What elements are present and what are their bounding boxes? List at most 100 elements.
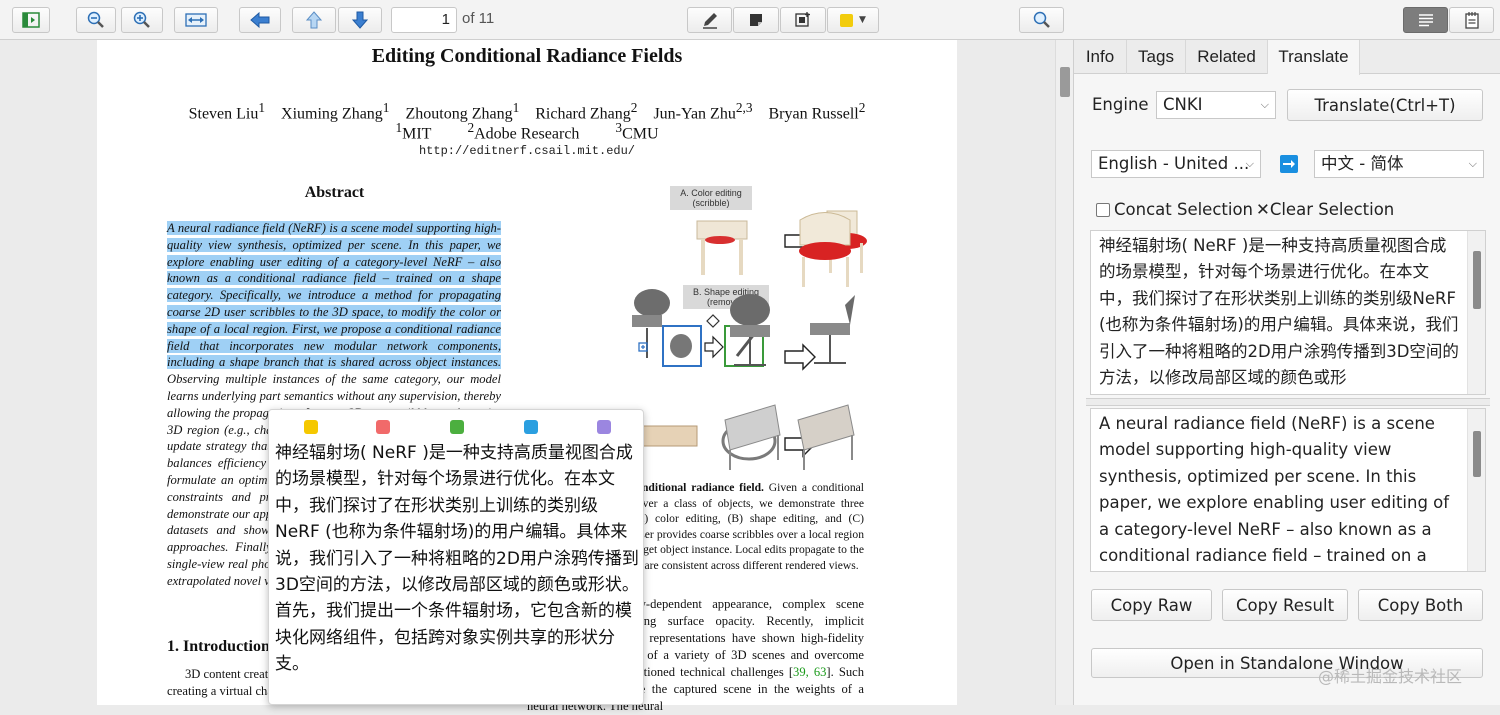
annotations-view-button[interactable]: [1403, 7, 1448, 33]
highlight-color-swatch: [840, 13, 854, 27]
affil-name: CMU: [622, 125, 659, 143]
translate-button[interactable]: Translate(Ctrl+T): [1287, 89, 1483, 121]
fit-width-icon: [185, 13, 207, 27]
notepad-icon: [1464, 12, 1479, 29]
chair-a-result-2-shape: [799, 212, 851, 287]
concat-selection-checkbox[interactable]: [1096, 203, 1110, 217]
swap-languages-button[interactable]: [1280, 155, 1298, 173]
affil-name: Adobe Research: [474, 125, 580, 143]
tab-translate[interactable]: Translate: [1268, 40, 1360, 75]
arrow-down-icon: [352, 11, 368, 29]
figure-result-chairs: [724, 212, 855, 470]
abstract-heading: Abstract: [304, 184, 365, 201]
translation-result-box[interactable]: 神经辐射场( NeRF )是一种支持高质量视图合成的场景模型，针对每个场景进行优…: [1090, 230, 1486, 395]
chevron-down-icon: ⌵: [1260, 98, 1269, 111]
result-scrollbar-thumb[interactable]: [1473, 251, 1481, 309]
search-icon: [1033, 11, 1050, 28]
popup-translation-text[interactable]: 神经辐射场( NeRF )是一种支持高质量视图合成的场景模型，针对每个场景进行优…: [275, 440, 641, 678]
area-select-button[interactable]: [780, 7, 826, 33]
raw-scrollbar[interactable]: [1467, 409, 1485, 571]
target-language-select[interactable]: 中文 - 简体 ⌵: [1314, 150, 1484, 178]
translation-result-text[interactable]: 神经辐射场( NeRF )是一种支持高质量视图合成的场景模型，针对每个场景进行优…: [1099, 233, 1461, 391]
concat-selection-label[interactable]: Concat Selection: [1114, 200, 1253, 219]
author-sup: 1: [512, 100, 520, 115]
previous-page-button[interactable]: [292, 7, 336, 33]
paper-affiliations: 1MIT 2Adobe Research 3CMU: [97, 120, 957, 143]
color-red-button[interactable]: [376, 420, 390, 434]
raw-text-box[interactable]: A neural radiance field (NeRF) is a scen…: [1090, 408, 1486, 572]
zoom-in-icon: [133, 11, 150, 28]
text-selection-highlight[interactable]: A neural radiance field (NeRF) is a scen…: [167, 221, 501, 370]
eraser-icon: [706, 314, 720, 328]
zoom-out-button[interactable]: [76, 7, 116, 33]
tab-info[interactable]: Info: [1074, 40, 1127, 74]
zoom-in-button[interactable]: [121, 7, 163, 33]
chair-b-result-1-shape: [730, 294, 770, 366]
arrow-right-icon: [1283, 160, 1295, 168]
color-green-button[interactable]: [450, 420, 464, 434]
chair-b-source: [632, 289, 670, 358]
chevron-down-icon: ⌵: [1468, 157, 1477, 170]
highlight-color-dropdown[interactable]: ▼: [827, 7, 879, 33]
chair-b-result-2-shape: [810, 295, 855, 364]
note-icon: [750, 14, 762, 26]
author-sup: 1: [258, 100, 266, 115]
clear-selection-button[interactable]: ✕Clear Selection: [1256, 200, 1394, 219]
page-total-label: of 11: [462, 10, 495, 27]
copy-raw-button[interactable]: Copy Raw: [1091, 589, 1212, 621]
chair-c-result-1-shape: [724, 404, 781, 470]
search-button[interactable]: [1019, 7, 1064, 33]
translation-popup[interactable]: 神经辐射场( NeRF )是一种支持高质量视图合成的场景模型，针对每个场景进行优…: [268, 409, 644, 705]
color-purple-button[interactable]: [597, 420, 611, 434]
citation-link[interactable]: 39, 63: [793, 665, 826, 679]
sidebar-tabs: Info Tags Related Translate: [1074, 40, 1500, 75]
affil-name: MIT: [402, 125, 432, 143]
source-language-select[interactable]: English - United ... ⌵: [1091, 150, 1261, 178]
copy-result-button[interactable]: Copy Result: [1222, 589, 1348, 621]
engine-select[interactable]: CNKI ⌵: [1156, 91, 1276, 119]
document-scrollbar[interactable]: [1055, 40, 1073, 705]
main-toolbar: 1 of 11 ▼: [0, 0, 1500, 40]
chevron-down-icon: ▼: [859, 15, 866, 25]
note-tool-button[interactable]: [733, 7, 779, 33]
copy-both-button[interactable]: Copy Both: [1358, 589, 1483, 621]
next-page-button[interactable]: [338, 7, 382, 33]
section-heading-introduction: 1. Introduction: [167, 638, 270, 655]
toggle-sidebar-button[interactable]: [12, 7, 50, 33]
paper-url[interactable]: http://editnerf.csail.mit.edu/: [97, 144, 957, 158]
highlight-color-picker: [269, 420, 645, 436]
tab-tags[interactable]: Tags: [1127, 40, 1186, 74]
author-sup: 2: [858, 100, 866, 115]
chair-c-result-2-shape: [797, 404, 855, 470]
raw-scrollbar-thumb[interactable]: [1473, 431, 1481, 477]
notes-view-button[interactable]: [1449, 7, 1494, 33]
color-blue-button[interactable]: [524, 420, 538, 434]
paper-title: Editing Conditional Radiance Fields: [371, 45, 683, 67]
raw-text[interactable]: A neural radiance field (NeRF) is a scen…: [1099, 411, 1461, 569]
document-scrollbar-thumb[interactable]: [1060, 67, 1070, 97]
back-button[interactable]: [239, 7, 281, 33]
list-lines-icon: [1418, 14, 1433, 27]
tab-related[interactable]: Related: [1186, 40, 1268, 74]
pen-icon: [702, 13, 717, 29]
author-sup: 2: [630, 100, 638, 115]
arrow-left-icon: [250, 12, 270, 28]
splitter-handle[interactable]: [1086, 398, 1490, 406]
source-language-value: English - United ...: [1098, 154, 1250, 173]
right-sidebar: Info Tags Related Translate Engine CNKI …: [1073, 40, 1500, 705]
result-scrollbar[interactable]: [1467, 231, 1485, 394]
author-sup: 1: [382, 100, 390, 115]
chevron-down-icon: ⌵: [1245, 157, 1254, 170]
watermark: @稀土掘金技术社区: [1318, 667, 1463, 686]
engine-label: Engine: [1092, 95, 1149, 114]
page-number-input[interactable]: 1: [391, 7, 457, 33]
color-yellow-button[interactable]: [304, 420, 318, 434]
target-language-value: 中文 - 简体: [1321, 154, 1404, 173]
area-select-icon: [795, 12, 810, 27]
pen-tool-button[interactable]: [687, 7, 732, 33]
arrow-up-icon: [306, 11, 322, 29]
fit-width-button[interactable]: [174, 7, 218, 33]
engine-select-value: CNKI: [1163, 95, 1203, 114]
sidebar-toggle-icon: [22, 12, 40, 28]
zoom-out-icon: [87, 11, 104, 28]
